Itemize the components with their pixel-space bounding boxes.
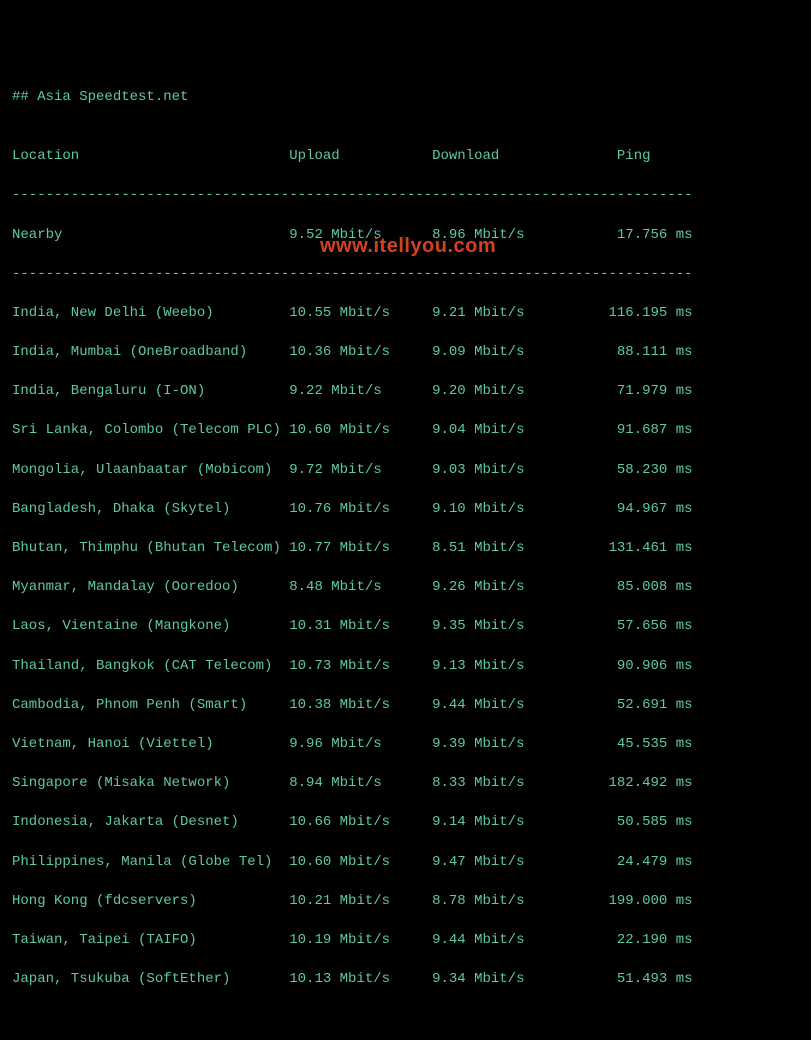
- table-row: Cambodia, Phnom Penh (Smart) 10.38 Mbit/…: [12, 696, 799, 716]
- table-row: Myanmar, Mandalay (Ooredoo) 8.48 Mbit/s …: [12, 578, 799, 598]
- table-row: India, Mumbai (OneBroadband) 10.36 Mbit/…: [12, 343, 799, 363]
- divider: ----------------------------------------…: [12, 186, 799, 206]
- table-row: Philippines, Manila (Globe Tel) 10.60 Mb…: [12, 853, 799, 873]
- table-row: Taiwan, Taipei (TAIFO) 10.19 Mbit/s 9.44…: [12, 931, 799, 951]
- table-row: Bhutan, Thimphu (Bhutan Telecom) 10.77 M…: [12, 539, 799, 559]
- table-row: India, New Delhi (Weebo) 10.55 Mbit/s 9.…: [12, 304, 799, 324]
- table-row: Mongolia, Ulaanbaatar (Mobicom) 9.72 Mbi…: [12, 461, 799, 481]
- table-header: Location Upload Download Ping: [12, 147, 799, 167]
- table-row: Thailand, Bangkok (CAT Telecom) 10.73 Mb…: [12, 657, 799, 677]
- table-row: Vietnam, Hanoi (Viettel) 9.96 Mbit/s 9.3…: [12, 735, 799, 755]
- section-title: ## Asia Speedtest.net: [12, 88, 799, 108]
- table-row: Singapore (Misaka Network) 8.94 Mbit/s 8…: [12, 774, 799, 794]
- table-row: Indonesia, Jakarta (Desnet) 10.66 Mbit/s…: [12, 813, 799, 833]
- divider: ----------------------------------------…: [12, 265, 799, 285]
- table-row: India, Bengaluru (I-ON) 9.22 Mbit/s 9.20…: [12, 382, 799, 402]
- table-row: Laos, Vientaine (Mangkone) 10.31 Mbit/s …: [12, 617, 799, 637]
- table-row: Hong Kong (fdcservers) 10.21 Mbit/s 8.78…: [12, 892, 799, 912]
- table-row: Bangladesh, Dhaka (Skytel) 10.76 Mbit/s …: [12, 500, 799, 520]
- table-row: Japan, Tsukuba (SoftEther) 10.13 Mbit/s …: [12, 970, 799, 990]
- table-row: Sri Lanka, Colombo (Telecom PLC) 10.60 M…: [12, 421, 799, 441]
- nearby-row: Nearby 9.52 Mbit/s 8.96 Mbit/s 17.756 ms: [12, 226, 799, 246]
